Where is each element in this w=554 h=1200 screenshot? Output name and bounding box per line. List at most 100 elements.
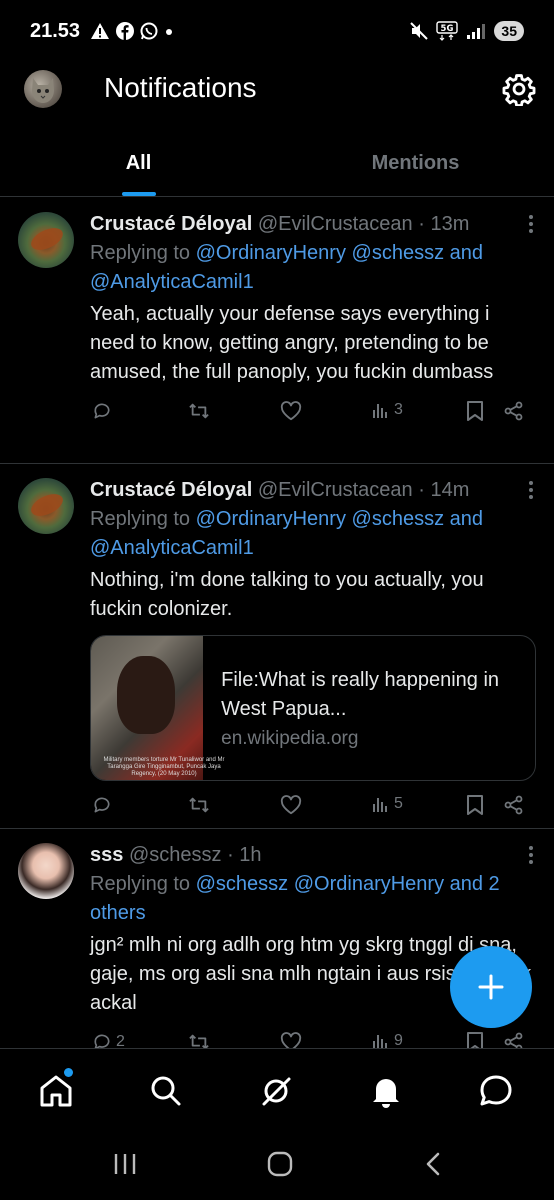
views-button[interactable]: 5 bbox=[372, 795, 403, 813]
status-notification-icons bbox=[90, 22, 174, 40]
more-options-icon[interactable] bbox=[528, 845, 534, 865]
author-name[interactable]: Crustacé Déloyal bbox=[90, 213, 252, 235]
share-button[interactable] bbox=[504, 1032, 524, 1048]
post-time: · 14m bbox=[418, 479, 470, 501]
repost-button[interactable] bbox=[188, 401, 210, 421]
share-icon bbox=[504, 795, 523, 815]
replying-to: Replying to @OrdinaryHenry @schessz and … bbox=[90, 505, 536, 563]
bookmark-button[interactable] bbox=[466, 795, 484, 815]
nav-grok[interactable] bbox=[256, 1071, 296, 1111]
replying-prefix: Replying to bbox=[90, 508, 196, 530]
reply-mentions[interactable]: @OrdinaryHenry @schessz bbox=[196, 508, 444, 530]
nav-search[interactable] bbox=[146, 1071, 186, 1111]
share-button[interactable] bbox=[504, 401, 524, 421]
author-avatar[interactable] bbox=[18, 478, 74, 534]
post-header: Crustacé Déloyal @EvilCrustacean · 13m bbox=[90, 210, 536, 238]
reply-mentions-line2[interactable]: @AnalyticaCamil1 bbox=[90, 271, 254, 293]
reply-and[interactable]: and bbox=[444, 508, 483, 530]
bookmark-icon bbox=[467, 1032, 483, 1048]
notification-post[interactable]: Crustacé Déloyal @EvilCrustacean · 13m R… bbox=[0, 198, 554, 464]
reply-button[interactable]: 2 bbox=[92, 1032, 125, 1048]
repost-button[interactable] bbox=[188, 1032, 210, 1048]
reply-mentions[interactable]: @OrdinaryHenry @schessz bbox=[196, 242, 444, 264]
author-avatar[interactable] bbox=[18, 212, 74, 268]
search-icon bbox=[151, 1076, 181, 1106]
notification-tabs: All Mentions bbox=[0, 130, 554, 197]
nav-home[interactable] bbox=[36, 1068, 76, 1111]
recent-apps-icon[interactable] bbox=[112, 1150, 138, 1178]
like-button[interactable] bbox=[280, 1032, 302, 1048]
post-actions: 2 9 bbox=[90, 1018, 536, 1048]
home-icon bbox=[40, 1075, 72, 1107]
author-avatar[interactable] bbox=[18, 843, 74, 899]
reply-and[interactable]: and bbox=[444, 242, 483, 264]
home-unread-dot bbox=[64, 1068, 73, 1077]
notifications-feed[interactable]: Crustacé Déloyal @EvilCrustacean · 13m R… bbox=[0, 198, 554, 1048]
thumbnail-caption: Military members torture Mr Tunaliwor an… bbox=[103, 757, 225, 777]
signal-icon bbox=[467, 24, 486, 39]
reply-mentions-line2[interactable]: others bbox=[90, 902, 146, 924]
bottom-navigation bbox=[0, 1048, 554, 1132]
bookmark-button[interactable] bbox=[466, 1032, 484, 1048]
back-icon[interactable] bbox=[422, 1150, 444, 1178]
repost-icon bbox=[189, 797, 209, 813]
profile-avatar[interactable] bbox=[24, 70, 62, 108]
share-icon bbox=[504, 1032, 523, 1048]
author-handle[interactable]: @schessz bbox=[129, 844, 222, 866]
reply-and[interactable]: and 2 bbox=[444, 873, 500, 895]
replying-prefix: Replying to bbox=[90, 242, 196, 264]
post-time: · 1h bbox=[227, 844, 262, 866]
post-header: sss @schessz · 1h bbox=[90, 841, 536, 869]
reply-icon bbox=[94, 1034, 110, 1048]
reply-mentions[interactable]: @schessz @OrdinaryHenry bbox=[196, 873, 444, 895]
post-text: Nothing, i'm done talking to you actuall… bbox=[90, 569, 484, 620]
more-options-icon[interactable] bbox=[528, 214, 534, 234]
notifications-bell-icon bbox=[373, 1079, 399, 1108]
tab-all[interactable]: All bbox=[0, 130, 277, 196]
author-handle[interactable]: @EvilCrustacean bbox=[258, 213, 413, 235]
network-5g-icon: 5G bbox=[436, 21, 459, 41]
thumbnail-person bbox=[117, 656, 175, 734]
link-preview-title: File:What is really happening in West Pa… bbox=[221, 669, 500, 720]
svg-text:5G: 5G bbox=[441, 24, 454, 34]
views-chart-icon bbox=[373, 404, 387, 418]
views-chart-icon bbox=[373, 1035, 387, 1048]
settings-gear-icon[interactable] bbox=[502, 72, 536, 106]
bookmark-icon bbox=[467, 401, 483, 421]
views-button[interactable]: 3 bbox=[372, 401, 403, 419]
more-options-icon[interactable] bbox=[528, 480, 534, 500]
home-button-icon[interactable] bbox=[266, 1150, 294, 1178]
views-button[interactable]: 9 bbox=[372, 1032, 403, 1048]
author-handle[interactable]: @EvilCrustacean bbox=[258, 479, 413, 501]
bookmark-button[interactable] bbox=[466, 401, 484, 421]
replying-to: Replying to @OrdinaryHenry @schessz and … bbox=[90, 239, 536, 297]
link-preview-text: File:What is really happening in West Pa… bbox=[203, 636, 535, 780]
share-button[interactable] bbox=[504, 795, 524, 815]
link-preview-domain: en.wikipedia.org bbox=[221, 728, 359, 749]
post-actions: 3 bbox=[90, 387, 536, 445]
plus-icon bbox=[478, 974, 504, 1000]
reply-mentions-line2[interactable]: @AnalyticaCamil1 bbox=[90, 537, 254, 559]
share-icon bbox=[504, 401, 523, 421]
reply-button[interactable] bbox=[92, 795, 112, 815]
author-name[interactable]: Crustacé Déloyal bbox=[90, 479, 252, 501]
link-preview-card[interactable]: Military members torture Mr Tunaliwor an… bbox=[90, 635, 536, 781]
compose-post-button[interactable] bbox=[450, 946, 532, 1028]
nav-notifications[interactable] bbox=[366, 1071, 406, 1111]
like-button[interactable] bbox=[280, 401, 302, 421]
views-count: 9 bbox=[394, 1032, 403, 1048]
nav-messages[interactable] bbox=[476, 1071, 516, 1111]
top-app-bar: Notifications bbox=[0, 62, 554, 120]
like-button[interactable] bbox=[280, 795, 302, 815]
tab-mentions[interactable]: Mentions bbox=[277, 130, 554, 196]
author-name[interactable]: sss bbox=[90, 844, 123, 866]
repost-button[interactable] bbox=[188, 795, 210, 815]
repost-icon bbox=[189, 403, 209, 419]
page-title: Notifications bbox=[104, 72, 257, 103]
replying-prefix: Replying to bbox=[90, 873, 196, 895]
system-navigation-bar bbox=[0, 1132, 554, 1200]
dot-icon bbox=[166, 29, 173, 35]
status-time: 21.53 bbox=[30, 19, 81, 42]
notification-post[interactable]: Crustacé Déloyal @EvilCrustacean · 14m R… bbox=[0, 464, 554, 829]
reply-button[interactable] bbox=[92, 401, 112, 421]
